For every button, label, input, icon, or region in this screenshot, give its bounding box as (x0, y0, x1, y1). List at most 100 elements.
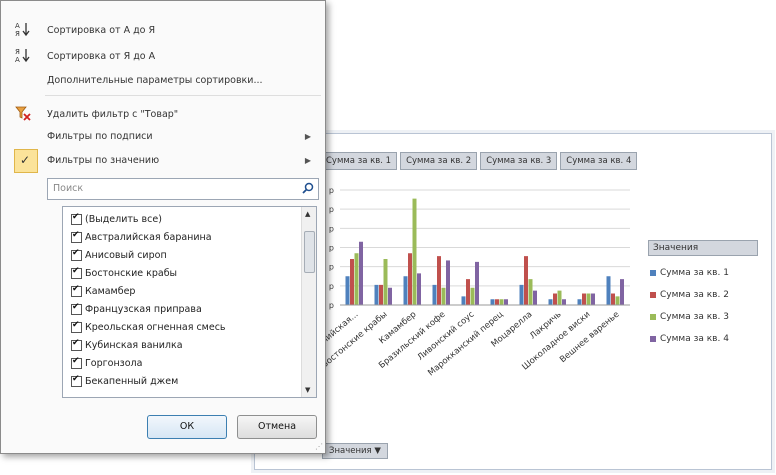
legend-title[interactable]: Значения (648, 240, 758, 256)
bar[interactable] (432, 284, 437, 305)
bar[interactable] (412, 198, 417, 305)
search-icon[interactable] (302, 182, 314, 197)
values-field-button[interactable]: Значения ▼ (322, 443, 388, 459)
list-item[interactable]: Австралийская баранина (71, 229, 212, 245)
bar[interactable] (441, 287, 446, 305)
checkbox[interactable] (71, 212, 82, 225)
menu-item-sort-desc[interactable]: ЯА Сортировка от Я до А (1, 45, 323, 67)
bar[interactable] (374, 284, 379, 305)
list-item[interactable]: Креольская огненная смесь (71, 319, 226, 335)
scroll-thumb[interactable] (304, 231, 315, 273)
legend-item: Сумма за кв. 4 (650, 334, 760, 344)
bar[interactable] (499, 299, 504, 305)
list-item[interactable]: Анисовый сироп (71, 247, 167, 263)
bar[interactable] (495, 299, 499, 305)
bar[interactable] (611, 293, 615, 306)
filter-dropdown-menu: АЯ Сортировка от А до Я ЯА Сортировка от… (0, 0, 326, 454)
list-item[interactable]: Камамбер (71, 283, 135, 299)
bar[interactable] (350, 259, 354, 305)
bar[interactable] (437, 256, 441, 305)
bar[interactable] (490, 299, 495, 305)
list-item-label: Креольская огненная смесь (85, 321, 226, 333)
more-sort-label: Дополнительные параметры сортировки... (47, 74, 263, 86)
bar[interactable] (620, 279, 624, 305)
legend-label: Сумма за кв. 3 (660, 312, 729, 322)
bar[interactable] (504, 299, 508, 305)
checkbox[interactable] (71, 374, 82, 387)
vertical-scrollbar[interactable]: ▲ ▼ (301, 207, 316, 397)
bar[interactable] (470, 287, 475, 305)
bar[interactable] (533, 290, 537, 305)
list-item-label: (Выделить все) (85, 213, 162, 225)
menu-item-more-sort[interactable]: Дополнительные параметры сортировки... (1, 69, 323, 91)
bar[interactable] (528, 279, 533, 305)
list-item-label: Бостонские крабы (85, 267, 178, 279)
legend-label: Сумма за кв. 2 (660, 290, 729, 300)
bar[interactable] (615, 296, 620, 305)
y-tick-mark: р (329, 186, 334, 195)
checkbox[interactable] (71, 302, 82, 315)
checkbox[interactable] (71, 266, 82, 279)
checkbox[interactable] (71, 338, 82, 351)
bar[interactable] (557, 290, 562, 305)
list-item[interactable]: Бекапенный джем (71, 373, 178, 389)
menu-item-value-filters[interactable]: ✓ Фильтры по значению ▶ (1, 149, 323, 171)
bar[interactable] (417, 273, 421, 305)
clear-filter-icon (13, 105, 33, 124)
checkbox[interactable] (71, 248, 82, 261)
value-filters-label: Фильтры по значению (47, 154, 160, 166)
ok-button[interactable]: ОК (147, 415, 227, 439)
list-item[interactable]: Французская приправа (71, 301, 202, 317)
list-item[interactable]: Бостонские крабы (71, 265, 177, 281)
bar[interactable] (383, 259, 388, 305)
bar[interactable] (577, 299, 582, 305)
bar[interactable] (548, 299, 553, 305)
list-item[interactable]: Кубинская ванилка (71, 337, 183, 353)
y-tick-mark: р (329, 244, 334, 253)
bar[interactable] (388, 287, 392, 305)
bar[interactable] (408, 253, 412, 305)
checkbox[interactable] (71, 284, 82, 297)
bar[interactable] (591, 293, 595, 306)
menu-item-sort-asc[interactable]: АЯ Сортировка от А до Я (1, 19, 323, 41)
checkbox[interactable] (71, 356, 82, 369)
bar[interactable] (606, 276, 611, 305)
submenu-arrow-icon: ▶ (304, 155, 311, 165)
bar[interactable] (403, 276, 408, 305)
bar[interactable] (562, 299, 566, 305)
bar[interactable] (524, 256, 528, 305)
list-item[interactable]: (Выделить все) (71, 211, 162, 227)
checkbox[interactable] (71, 320, 82, 333)
bar[interactable] (359, 241, 363, 305)
dropdown-arrow-icon: ▼ (374, 446, 381, 456)
legend-label: Сумма за кв. 4 (660, 334, 729, 344)
bar[interactable] (553, 293, 557, 306)
bar[interactable] (475, 261, 479, 305)
legend-swatch-q3 (650, 314, 656, 320)
bar[interactable] (345, 276, 350, 305)
scroll-up-icon[interactable]: ▲ (305, 210, 310, 218)
scroll-down-icon[interactable]: ▼ (305, 386, 310, 394)
menu-item-label-filters[interactable]: Фильтры по подписи ▶ (1, 125, 323, 147)
bar[interactable] (461, 296, 466, 305)
bar[interactable] (519, 284, 524, 305)
bar[interactable] (379, 284, 383, 305)
legend-item: Сумма за кв. 1 (650, 268, 760, 278)
bar[interactable] (586, 293, 591, 306)
list-item[interactable]: Горгонзола (71, 355, 142, 371)
search-placeholder: Поиск (53, 183, 84, 194)
bar[interactable] (354, 253, 359, 305)
resize-grip-icon[interactable]: ⋰ (315, 442, 323, 451)
checkbox[interactable] (71, 230, 82, 243)
menu-item-clear-filter[interactable]: Удалить фильтр с "Товар" (1, 103, 323, 125)
list-item-label: Австралийская баранина (85, 231, 212, 243)
search-input[interactable]: Поиск (47, 178, 319, 200)
filter-values-list[interactable]: (Выделить все) Австралийская баранина Ан… (62, 206, 317, 398)
bar[interactable] (582, 293, 586, 306)
y-tick-mark: р (329, 263, 334, 272)
y-tick-mark: р (329, 205, 334, 214)
cancel-button[interactable]: Отмена (237, 415, 317, 439)
svg-text:А: А (15, 22, 20, 30)
bar[interactable] (446, 260, 450, 305)
bar[interactable] (466, 279, 470, 305)
